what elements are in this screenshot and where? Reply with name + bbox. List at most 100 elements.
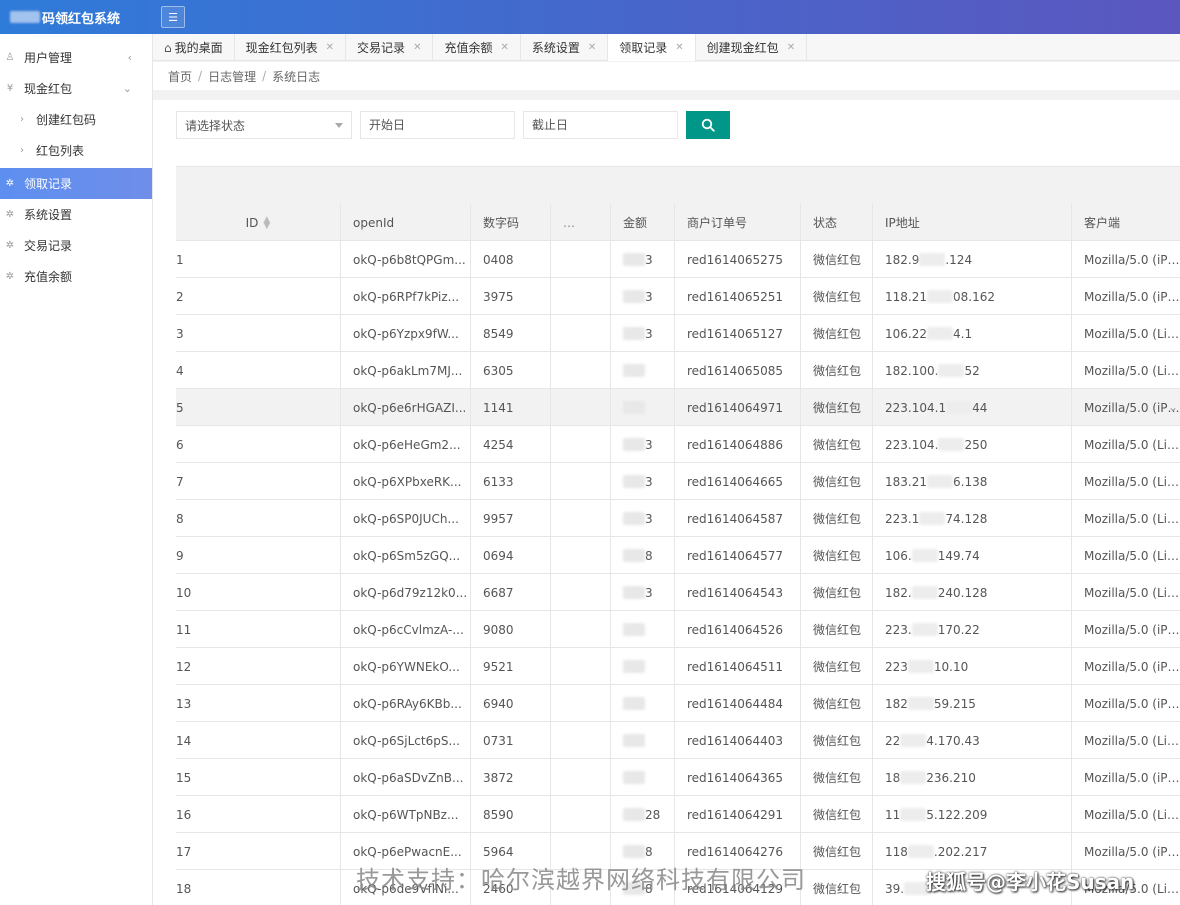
cell-openid-text: okQ-p6e6rHGAZI... bbox=[353, 400, 467, 415]
table-row[interactable]: 10 okQ-p6d79z12k0... 6687 3 red1614064543 微信红… bbox=[176, 574, 1180, 611]
tab[interactable]: 交易记录 ✕ bbox=[346, 34, 434, 61]
records-table: ID ▲ ▼ openId 数字码… 金额 商户订单号 状态 IP地址 客户端 1 okQ-p6b8t… bbox=[176, 204, 1180, 905]
tab[interactable]: 充值余额 ✕ bbox=[433, 34, 521, 61]
tab[interactable]: 创建现金红包 ✕ bbox=[696, 34, 808, 61]
table-row[interactable]: 16 okQ-p6WTpNBz... 8590 28 red1614064291 微信红包… bbox=[176, 796, 1180, 833]
table-row[interactable]: 6 okQ-p6eHeGm2... 4254 3 red1614064886 微信红包 22… bbox=[176, 426, 1180, 463]
status-select[interactable]: 请选择状态 bbox=[176, 111, 352, 139]
close-icon[interactable]: ✕ bbox=[787, 42, 795, 53]
table-header-row: ID ▲ ▼ openId 数字码… 金额 商户订单号 状态 IP地址 客户端 bbox=[176, 204, 1180, 241]
cell-openid: okQ-p6d79z12k0... bbox=[341, 574, 471, 611]
cell-code: 4254 bbox=[471, 426, 551, 463]
tab[interactable]: ⌂ 我的桌面 bbox=[153, 34, 235, 61]
cell-status: 微信红包 bbox=[801, 833, 873, 870]
cell-openid-text: okQ-p6SjLct6pS... bbox=[353, 733, 460, 748]
blur-mask bbox=[623, 512, 645, 525]
cell-order-text: red1614065127 bbox=[687, 326, 784, 341]
tab[interactable]: 领取记录 ✕ bbox=[608, 34, 696, 61]
chevron-down-icon[interactable]: ⌄ bbox=[1168, 400, 1178, 414]
cell-openid: okQ-p6eHeGm2... bbox=[341, 426, 471, 463]
top-bar: 码领红包系统 ☰ bbox=[0, 0, 1180, 34]
table-row[interactable]: 13 okQ-p6RAy6KBb... 6940 red1614064484 微信红包 1… bbox=[176, 685, 1180, 722]
table-row[interactable]: 15 okQ-p6aSDvZnB... 3872 red1614064365 微信红包 1… bbox=[176, 759, 1180, 796]
cell-client: Mozilla/5.0 (iPhone; CPU i... bbox=[1072, 278, 1180, 315]
table-row[interactable]: 11 okQ-p6cCvlmzA-... 9080 red1614064526 微信红包… bbox=[176, 611, 1180, 648]
cell-code-text: 0694 bbox=[483, 548, 514, 563]
column-header[interactable]: ID ▲ ▼ bbox=[176, 204, 341, 241]
sidebar-item[interactable]: › 红包列表 bbox=[0, 135, 152, 166]
table-row[interactable]: 7 okQ-p6XPbxeRK... 6133 3 red1614064665 微信红包 1… bbox=[176, 463, 1180, 500]
cell-hidden bbox=[551, 648, 611, 685]
tab[interactable]: 现金红包列表 ✕ bbox=[235, 34, 347, 61]
close-icon[interactable]: ✕ bbox=[326, 42, 334, 53]
column-header: 客户端 bbox=[1084, 216, 1121, 230]
search-button[interactable] bbox=[686, 111, 730, 139]
cell-client: Mozilla/5.0 (iPhone; CPU i... bbox=[1072, 648, 1180, 685]
blur-mask bbox=[623, 290, 645, 303]
tab-label: 领取记录 bbox=[619, 41, 668, 55]
sidebar-item[interactable]: ✲ 系统设置 bbox=[0, 199, 152, 230]
user-icon: ♙ bbox=[5, 52, 15, 63]
cell-openid: okQ-p6RAy6KBb... bbox=[341, 685, 471, 722]
end-date-input[interactable] bbox=[523, 111, 678, 139]
sidebar-item[interactable]: ♙ 用户管理 ‹ bbox=[0, 42, 152, 73]
cell-status: 微信红包 bbox=[801, 537, 873, 574]
cell-amount-text: 8 bbox=[645, 548, 653, 563]
sidebar-item[interactable]: ¥ 现金红包 ⌄ bbox=[0, 73, 152, 104]
sidebar-item[interactable]: › 创建红包码 bbox=[0, 104, 152, 135]
cell-id: 16 bbox=[176, 796, 341, 833]
cell-status-text: 微信红包 bbox=[813, 549, 862, 563]
cell-code: 1141 bbox=[471, 389, 551, 426]
cell-code-text: 6687 bbox=[483, 585, 514, 600]
blur-mask bbox=[927, 290, 953, 303]
cell-openid: okQ-p6cCvlmzA-... bbox=[341, 611, 471, 648]
cell-order-text: red1614064365 bbox=[687, 770, 784, 785]
cell-ip: 182.9 .124 bbox=[873, 241, 1072, 278]
sidebar-item[interactable]: ✲ 交易记录 bbox=[0, 230, 152, 261]
close-icon[interactable]: ✕ bbox=[500, 42, 508, 53]
cell-order-text: red1614065085 bbox=[687, 363, 784, 378]
cell-id: 14 bbox=[176, 722, 341, 759]
cell-order-text: red1614064276 bbox=[687, 844, 784, 859]
sort-icon[interactable]: ▲ ▼ bbox=[263, 215, 270, 230]
sidebar-item[interactable]: ✲ 充值余额 bbox=[0, 261, 152, 292]
table-row[interactable]: 14 okQ-p6SjLct6pS... 0731 red1614064403 微信红包… bbox=[176, 722, 1180, 759]
home-icon: ⌂ bbox=[164, 40, 172, 55]
cell-hidden bbox=[551, 611, 611, 648]
table-row[interactable]: 12 okQ-p6YWNEkO... 9521 red1614064511 微信红包 22… bbox=[176, 648, 1180, 685]
breadcrumb-separator: / bbox=[262, 69, 267, 83]
table-row[interactable]: 2 okQ-p6RPf7kPiz... 3975 3 red1614065251 微信红包… bbox=[176, 278, 1180, 315]
cell-hidden bbox=[551, 574, 611, 611]
cell-amount: 3 bbox=[611, 315, 675, 352]
table-row[interactable]: 4 okQ-p6akLm7MJ... 6305 red1614065085 微信红包 18… bbox=[176, 352, 1180, 389]
cell-order: red1614064291 bbox=[675, 796, 801, 833]
tab[interactable]: 系统设置 ✕ bbox=[521, 34, 609, 61]
cell-openid: okQ-p6akLm7MJ... bbox=[341, 352, 471, 389]
table-row[interactable]: 1 okQ-p6b8tQPGm... 0408 3 red1614065275 微信红包 1… bbox=[176, 241, 1180, 278]
breadcrumb-item[interactable]: 日志管理 bbox=[208, 68, 256, 85]
menu-toggle-button[interactable]: ☰ bbox=[161, 6, 185, 28]
cell-id-text: 7 bbox=[176, 474, 184, 489]
table-row[interactable]: 8 okQ-p6SP0JUCh... 9957 3 red1614064587 微信红包 2… bbox=[176, 500, 1180, 537]
table-row[interactable]: 9 okQ-p6Sm5zGQ... 0694 8 red1614064577 微信红包 10… bbox=[176, 537, 1180, 574]
table-row[interactable]: 3 okQ-p6Yzpx9fW... 8549 3 red1614065127 微信红包 1… bbox=[176, 315, 1180, 352]
cell-ip-suffix: 74.128 bbox=[945, 511, 988, 526]
cell-id-text: 17 bbox=[176, 844, 192, 859]
app-logo[interactable]: 码领红包系统 bbox=[0, 0, 153, 34]
close-icon[interactable]: ✕ bbox=[413, 42, 421, 53]
breadcrumb-item[interactable]: 首页 bbox=[168, 68, 192, 85]
chevron-right-icon: › bbox=[20, 145, 24, 156]
cell-amount: 3 bbox=[611, 278, 675, 315]
cell-amount bbox=[611, 611, 675, 648]
blur-mask bbox=[911, 549, 938, 562]
close-icon[interactable]: ✕ bbox=[675, 42, 683, 53]
table-row[interactable]: 5 okQ-p6e6rHGAZI... 1141 red1614064971 微信红包 2… bbox=[176, 389, 1180, 426]
blur-mask bbox=[938, 438, 965, 451]
cell-order-text: red1614064403 bbox=[687, 733, 784, 748]
close-icon[interactable]: ✕ bbox=[588, 42, 596, 53]
sidebar-item[interactable]: ✲ 领取记录 bbox=[0, 168, 152, 199]
cell-status: 微信红包 bbox=[801, 500, 873, 537]
cell-ip-prefix: 18 bbox=[885, 770, 901, 785]
cell-status: 微信红包 bbox=[801, 685, 873, 722]
start-date-input[interactable] bbox=[360, 111, 515, 139]
